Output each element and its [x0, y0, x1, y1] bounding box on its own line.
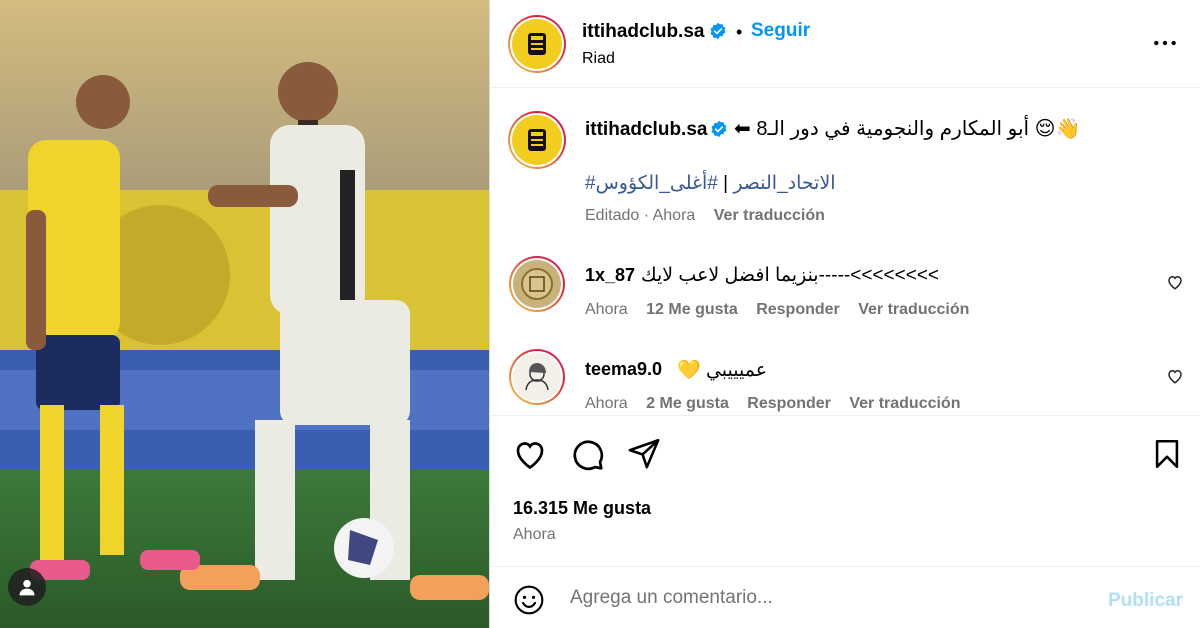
comment-input[interactable] [570, 585, 1090, 611]
ittihad-logo-icon [528, 129, 546, 151]
verified-badge-icon [711, 120, 727, 138]
ittihad-logo-icon [528, 33, 546, 55]
caption-edited-time: Editado · Ahora [585, 207, 696, 224]
caption-username[interactable]: ittihadclub.sa [585, 119, 707, 141]
more-horizontal-icon[interactable] [1152, 30, 1178, 56]
comment-text: 💛 عميييبي [677, 360, 768, 381]
post-actions: 16.315 Me gusta Ahora [490, 415, 1200, 565]
reply-button[interactable]: Responder [756, 301, 840, 318]
hashtag-link[interactable]: #أغلى_الكؤوس [596, 173, 718, 194]
see-translation-button[interactable]: Ver traducción [714, 207, 825, 224]
profile-sketch-icon [525, 363, 549, 391]
heart-icon[interactable] [1166, 367, 1184, 385]
tagged-users-button[interactable] [8, 568, 46, 606]
comment-time: Ahora [585, 395, 628, 412]
post-photo[interactable] [0, 0, 489, 628]
verified-badge-icon [710, 22, 726, 40]
comment-meta: Ahora 2 Me gusta Responder Ver traducció… [585, 395, 960, 413]
comment-time: Ahora [585, 301, 628, 318]
caption-text: ⬅ أبو المكارم والنجومية في دور الـ8 😌👋 [734, 118, 1081, 140]
post-time: Ahora [513, 526, 556, 543]
like-heart-icon[interactable] [512, 436, 548, 472]
commenter-avatar[interactable] [509, 349, 565, 405]
quran-emblem-icon [521, 268, 553, 300]
football-photo [0, 0, 489, 628]
account-username[interactable]: ittihadclub.sa [582, 21, 704, 43]
caption-hashtags: #الاتحاد_النصر | #أغلى_الكؤوس [585, 172, 836, 195]
comment-bubble-icon[interactable] [569, 436, 605, 472]
commenter-avatar[interactable] [509, 256, 565, 312]
comments-section[interactable]: ittihadclub.sa ⬅ أبو المكارم والنجومية ف… [490, 89, 1200, 415]
post-panel: ittihadclub.sa • Seguir Riad ittihadclub… [489, 0, 1200, 628]
post-location[interactable]: Riad [582, 50, 615, 68]
post-header: ittihadclub.sa • Seguir Riad [490, 0, 1200, 88]
comment-meta: Ahora 12 Me gusta Responder Ver traducci… [585, 301, 969, 319]
see-translation-button[interactable]: Ver traducción [849, 395, 960, 412]
share-paper-plane-icon[interactable] [627, 436, 661, 470]
emoji-icon[interactable] [513, 584, 545, 616]
hashtag-separator: | [723, 173, 729, 194]
follow-button[interactable]: Seguir [751, 20, 810, 42]
heart-icon[interactable] [1166, 273, 1184, 291]
comment-username[interactable]: 1x_87 [585, 265, 635, 286]
reply-button[interactable]: Responder [747, 395, 831, 412]
separator-dot: • [736, 22, 743, 42]
add-comment-bar: Publicar [490, 566, 1200, 628]
comment-likes-button[interactable]: 2 Me gusta [646, 395, 729, 412]
caption-meta: Editado · Ahora Ver traducción [585, 207, 825, 225]
comment-username[interactable]: teema9.0 [585, 359, 662, 380]
likes-count[interactable]: 16.315 Me gusta [513, 498, 651, 519]
comment-text: بنزيما افضل لاعب لايك-----<<<<<<<< [641, 265, 940, 286]
user-icon [19, 579, 35, 596]
caption-avatar[interactable] [508, 111, 566, 169]
save-bookmark-icon[interactable] [1150, 436, 1184, 472]
comment-likes-button[interactable]: 12 Me gusta [646, 301, 738, 318]
account-avatar[interactable] [508, 15, 566, 73]
publish-button[interactable]: Publicar [1108, 590, 1183, 612]
see-translation-button[interactable]: Ver traducción [858, 301, 969, 318]
